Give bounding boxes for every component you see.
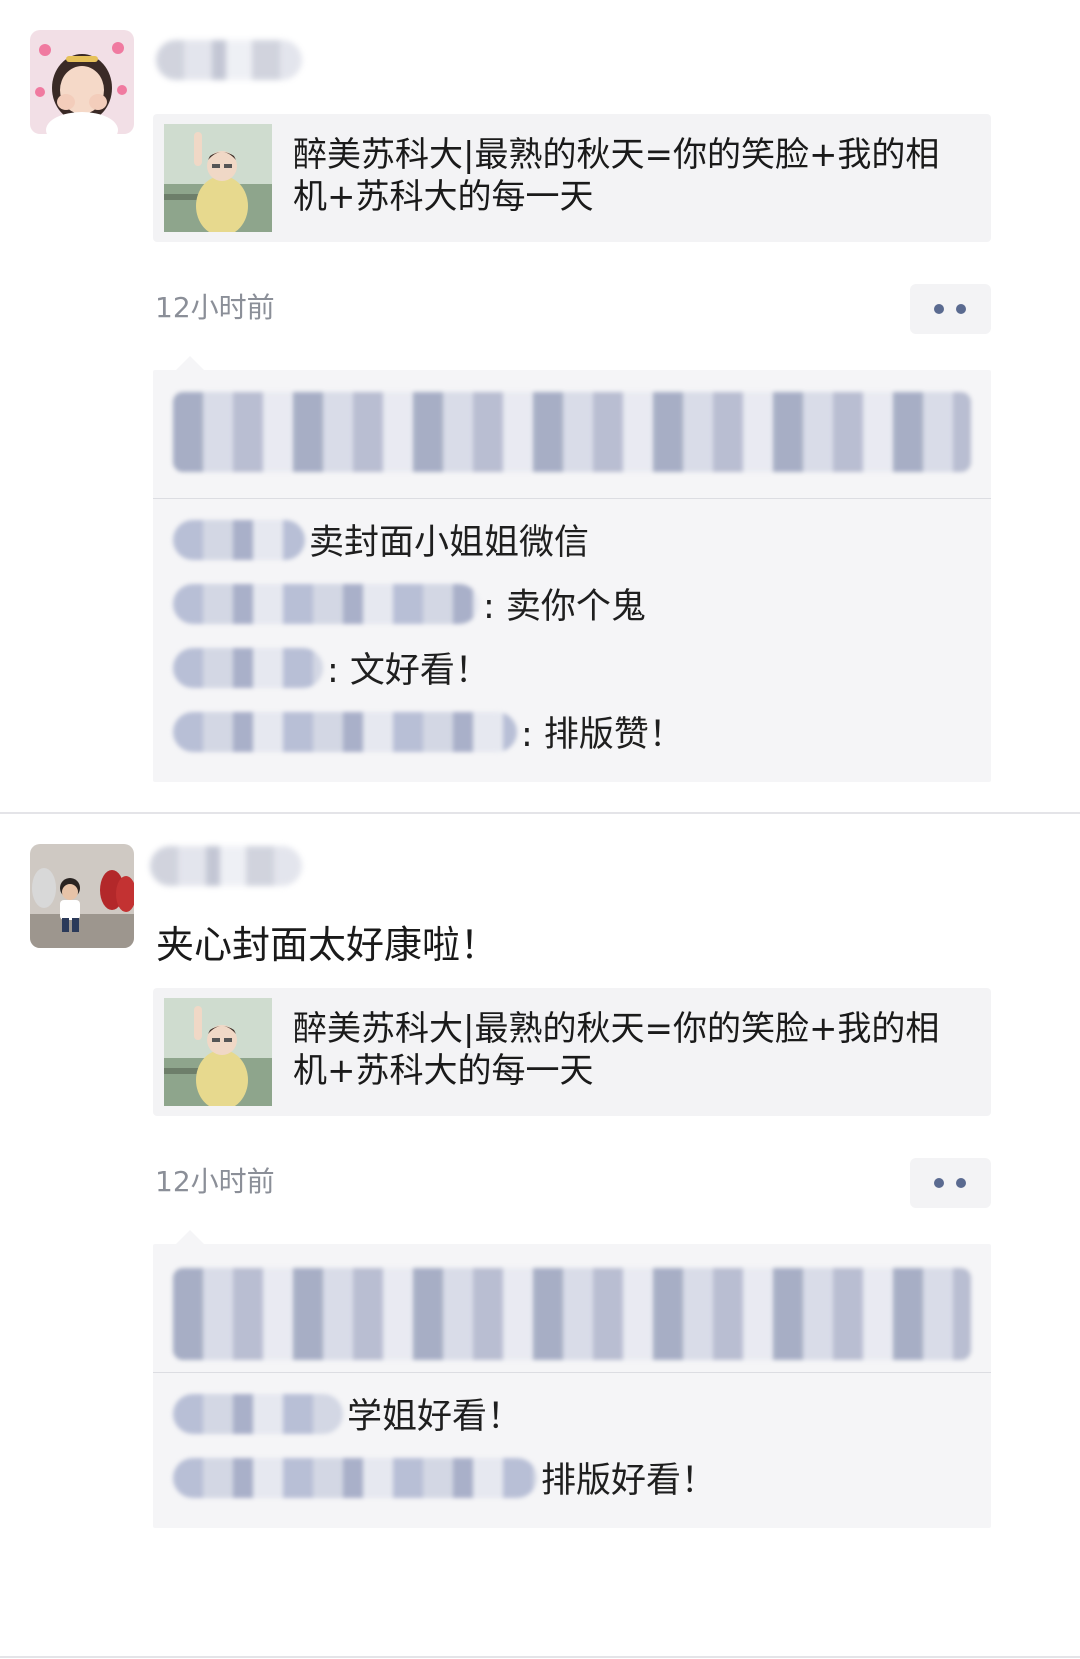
likes-list [173,1268,971,1360]
author-name[interactable] [150,846,302,886]
moment-post: 醉美苏科大|最熟的秋天=你的笑脸+我的相机+苏科大的每一天 12小时前 卖封面小… [0,0,1080,812]
more-button[interactable] [910,284,991,334]
comment-item[interactable]: : 排版赞！ [173,706,684,757]
post-time: 12小时前 [155,1165,275,1198]
avatar[interactable] [30,844,134,948]
post-time: 12小时前 [155,291,275,324]
comments-box: 卖封面小姐姐微信 : 卖你个鬼 : 文好看！ : 排版赞！ [153,356,991,782]
commenter-name[interactable] [173,519,305,560]
shared-link-card[interactable]: 醉美苏科大|最熟的秋天=你的笑脸+我的相机+苏科大的每一天 [153,988,991,1116]
link-thumbnail [164,124,272,232]
avatar[interactable] [30,30,134,134]
commenter-name[interactable] [173,1393,343,1434]
comment-item[interactable]: 学姐好看！ [173,1388,522,1439]
post-text: 夹心封面太好康啦！ [156,923,499,967]
author-name[interactable] [156,40,302,80]
moments-feed: 醉美苏科大|最熟的秋天=你的笑脸+我的相机+苏科大的每一天 12小时前 卖封面小… [0,0,1080,1659]
moment-post: 夹心封面太好康啦！ 醉美苏科大|最熟的秋天=你的笑脸+我的相机+苏科大的每一天 … [0,814,1080,1659]
comment-item[interactable]: : 文好看！ [173,642,490,693]
comments-box: 学姐好看！ 排版好看！ [153,1230,991,1528]
more-dots-icon [934,304,944,314]
likes-list [173,392,971,472]
shared-link-card[interactable]: 醉美苏科大|最熟的秋天=你的笑脸+我的相机+苏科大的每一天 [153,114,991,242]
comment-item[interactable]: 排版好看！ [173,1452,716,1503]
link-title: 醉美苏科大|最熟的秋天=你的笑脸+我的相机+苏科大的每一天 [293,135,940,217]
post-separator [0,1656,1080,1658]
commenter-name[interactable] [173,583,479,624]
more-button[interactable] [910,1158,991,1208]
commenter-name[interactable] [173,647,323,688]
link-title: 醉美苏科大|最熟的秋天=你的笑脸+我的相机+苏科大的每一天 [293,1009,940,1091]
divider [153,498,991,499]
commenter-name[interactable] [173,711,517,752]
more-dots-icon [934,1178,944,1188]
comment-item[interactable]: : 卖你个鬼 [173,578,646,629]
divider [153,1372,991,1373]
commenter-name[interactable] [173,1457,537,1498]
link-thumbnail [164,998,272,1106]
comment-item[interactable]: 卖封面小姐姐微信 [173,514,589,565]
